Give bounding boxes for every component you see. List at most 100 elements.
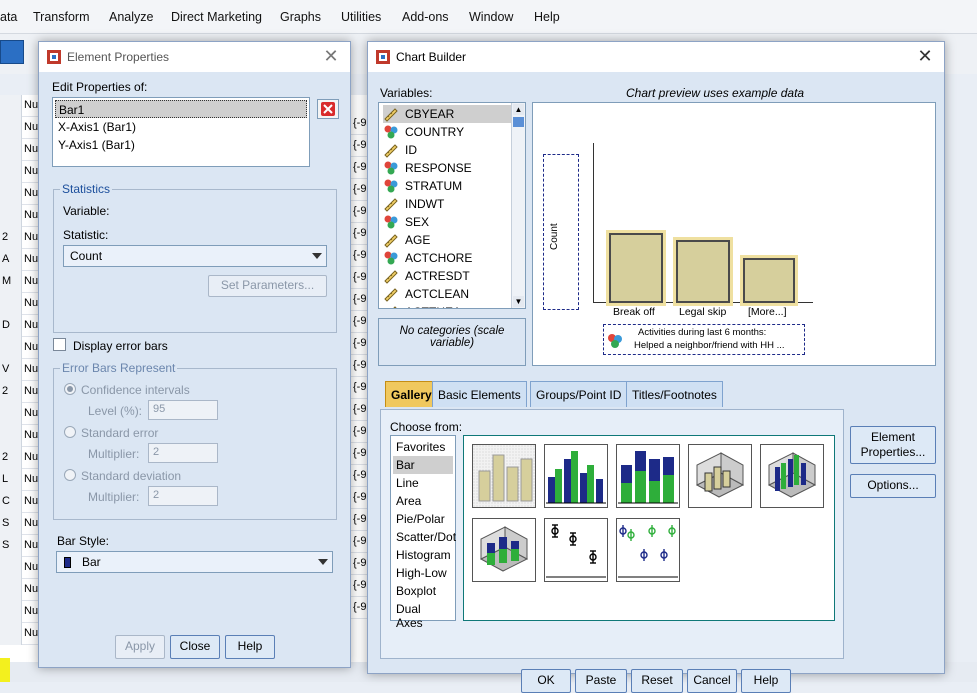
grid-cell[interactable]: {-9 bbox=[350, 553, 368, 575]
statistic-dropdown[interactable]: Count bbox=[63, 245, 327, 267]
x-axis-dropzone[interactable]: Activities during last 6 months: Helped … bbox=[603, 324, 805, 355]
scroll-up-icon[interactable]: ▲ bbox=[513, 104, 524, 115]
gallery-3d-clustered-bar[interactable] bbox=[760, 444, 824, 508]
chart-type-item[interactable]: Histogram bbox=[393, 546, 453, 564]
chart-type-item[interactable]: Line bbox=[393, 474, 453, 492]
chart-type-item[interactable]: Favorites bbox=[393, 438, 453, 456]
grid-cell[interactable]: {-9 bbox=[350, 223, 368, 245]
variable-item[interactable]: ACTTHEA bbox=[383, 303, 511, 308]
list-item-x-axis[interactable]: X-Axis1 (Bar1) bbox=[55, 118, 307, 136]
tab-groups-point-id[interactable]: Groups/Point ID bbox=[530, 381, 628, 407]
grid-cell[interactable]: Nu bbox=[24, 473, 38, 485]
grid-cell[interactable]: {-9 bbox=[350, 245, 368, 267]
bar-style-dropdown[interactable]: Bar bbox=[56, 551, 333, 573]
gallery-simple-bar[interactable] bbox=[472, 444, 536, 508]
grid-cell[interactable]: {-9 bbox=[350, 531, 368, 553]
tab-basic-elements[interactable]: Basic Elements bbox=[432, 381, 527, 407]
set-parameters-button[interactable]: Set Parameters... bbox=[208, 275, 327, 297]
grid-cell[interactable]: Nu bbox=[24, 451, 38, 463]
y-axis-dropzone[interactable]: Count bbox=[543, 154, 579, 310]
confidence-intervals-radio[interactable] bbox=[64, 383, 76, 395]
grid-cell[interactable]: Nu bbox=[24, 363, 38, 375]
grid-cell[interactable]: Nu bbox=[24, 583, 38, 595]
chart-type-item[interactable]: Dual Axes bbox=[393, 600, 453, 630]
variable-item[interactable]: INDWT bbox=[383, 195, 511, 213]
grid-cell[interactable]: Nu bbox=[24, 165, 38, 177]
paste-button[interactable]: Paste bbox=[575, 669, 627, 693]
grid-cell[interactable]: Nu bbox=[24, 209, 38, 221]
menu-graphs[interactable]: Graphs bbox=[280, 10, 321, 24]
menu-window[interactable]: Window bbox=[469, 10, 513, 24]
grid-cell[interactable]: Nu bbox=[24, 517, 38, 529]
variable-item[interactable]: COUNTRY bbox=[383, 123, 511, 141]
chart-type-item[interactable]: High-Low bbox=[393, 564, 453, 582]
grid-cell[interactable]: {-9 bbox=[350, 399, 368, 421]
variable-item[interactable]: ACTCHORE bbox=[383, 249, 511, 267]
grid-cell[interactable]: {-9 bbox=[350, 289, 368, 311]
menu-data[interactable]: ata bbox=[0, 10, 17, 24]
grid-cell[interactable]: Nu bbox=[24, 99, 38, 111]
grid-cell[interactable]: Nu bbox=[24, 187, 38, 199]
apply-button[interactable]: Apply bbox=[115, 635, 165, 659]
grid-cell[interactable]: {-9 bbox=[350, 135, 368, 157]
grid-cell[interactable]: {-9 bbox=[350, 113, 368, 135]
grid-cell[interactable]: Nu bbox=[24, 275, 38, 287]
grid-cell[interactable]: {-9 bbox=[350, 487, 368, 509]
grid-cell[interactable]: Nu bbox=[24, 297, 38, 309]
menu-analyze[interactable]: Analyze bbox=[109, 10, 153, 24]
variable-item[interactable]: ID bbox=[383, 141, 511, 159]
chart-type-list[interactable]: Favorites Bar Line Area Pie/Polar Scatter/Dot… bbox=[390, 435, 456, 630]
grid-cell[interactable]: {-9 bbox=[350, 575, 368, 597]
menu-transform[interactable]: Transform bbox=[33, 10, 90, 24]
gallery-stacked-bar[interactable] bbox=[616, 444, 680, 508]
grid-cell[interactable]: Nu bbox=[24, 253, 38, 265]
standard-error-radio[interactable] bbox=[64, 426, 76, 438]
options-button[interactable]: Options... bbox=[850, 474, 936, 498]
gallery-error-bar[interactable] bbox=[544, 518, 608, 582]
gallery-clustered-bar[interactable] bbox=[544, 444, 608, 508]
list-item-y-axis[interactable]: Y-Axis1 (Bar1) bbox=[55, 136, 307, 154]
variable-item[interactable]: SEX bbox=[383, 213, 511, 231]
grid-cell[interactable]: Nu bbox=[24, 561, 38, 573]
cancel-button[interactable]: Cancel bbox=[687, 669, 737, 693]
grid-cell[interactable]: {-9 bbox=[350, 443, 368, 465]
delete-button[interactable] bbox=[317, 99, 339, 119]
gallery-clustered-error-bar[interactable] bbox=[616, 518, 680, 582]
variable-item[interactable]: ACTRESDT bbox=[383, 267, 511, 285]
menu-utilities[interactable]: Utilities bbox=[341, 10, 381, 24]
variables-scrollbar[interactable]: ▲ ▼ bbox=[511, 103, 525, 308]
grid-cell[interactable]: Nu bbox=[24, 495, 38, 507]
close-icon[interactable]: ✕ bbox=[320, 46, 342, 68]
toolbar-dataview-icon[interactable] bbox=[0, 40, 24, 64]
chart-type-item[interactable]: Bar bbox=[393, 456, 453, 474]
chart-type-item[interactable]: Area bbox=[393, 492, 453, 510]
close-button[interactable]: Close bbox=[170, 635, 220, 659]
variable-item[interactable]: STRATUM bbox=[383, 177, 511, 195]
grid-cell[interactable]: {-9 bbox=[350, 509, 368, 531]
tab-titles-footnotes[interactable]: Titles/Footnotes bbox=[626, 381, 723, 407]
grid-cell[interactable]: Nu bbox=[24, 341, 38, 353]
menu-direct-marketing[interactable]: Direct Marketing bbox=[171, 10, 262, 24]
variable-view-tab[interactable] bbox=[0, 658, 10, 682]
chart-type-item[interactable]: Pie/Polar bbox=[393, 510, 453, 528]
grid-cell[interactable]: {-9 bbox=[350, 201, 368, 223]
grid-cell[interactable]: {-9 bbox=[350, 355, 368, 377]
grid-cell[interactable]: {-9 bbox=[350, 157, 368, 179]
help-button[interactable]: Help bbox=[741, 669, 791, 693]
multiplier-sd-input[interactable]: 2 bbox=[148, 486, 218, 506]
grid-cell[interactable]: {-9 bbox=[350, 377, 368, 399]
element-properties-button[interactable]: Element Properties... bbox=[850, 426, 936, 464]
variable-item[interactable]: ACTCLEAN bbox=[383, 285, 511, 303]
tab-gallery[interactable]: Gallery bbox=[385, 381, 438, 407]
variable-item[interactable]: CBYEAR bbox=[383, 105, 511, 123]
menu-add-ons[interactable]: Add-ons bbox=[402, 10, 449, 24]
chart-type-item[interactable]: Scatter/Dot bbox=[393, 528, 456, 546]
multiplier-se-input[interactable]: 2 bbox=[148, 443, 218, 463]
list-item-bar1[interactable]: Bar1 bbox=[55, 100, 307, 118]
chart-preview-canvas[interactable]: Count Break off Legal skip [More...] Act… bbox=[532, 102, 936, 366]
help-button[interactable]: Help bbox=[225, 635, 275, 659]
chart-type-item[interactable]: Boxplot bbox=[393, 582, 453, 600]
grid-cell[interactable]: Nu bbox=[24, 429, 38, 441]
gallery-3d-bar[interactable] bbox=[688, 444, 752, 508]
reset-button[interactable]: Reset bbox=[631, 669, 683, 693]
